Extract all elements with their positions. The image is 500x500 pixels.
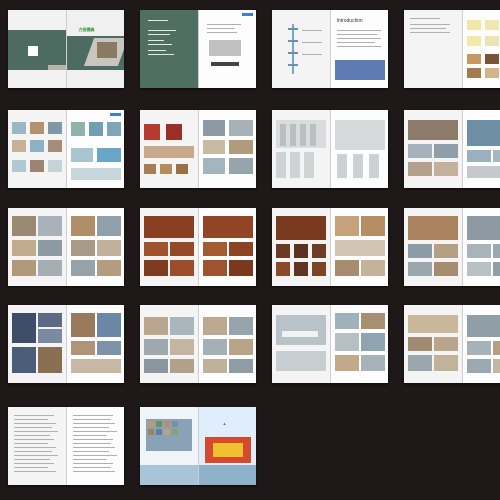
auditorium-chairs-right-page — [198, 110, 256, 188]
catalog-spread-cover[interactable]: 力佳德森 — [8, 10, 124, 88]
introduction-heading: Introduction — [336, 18, 363, 24]
catalog-spread-dormitory[interactable] — [8, 208, 124, 286]
introduction-right-page: Introduction — [330, 10, 388, 88]
catalog-spread-swatches[interactable] — [404, 10, 500, 88]
catalog-spread-school-furniture[interactable] — [8, 110, 124, 188]
contents-right-page — [198, 10, 256, 88]
office-desks-left-page — [140, 208, 199, 286]
apartment-left-page — [8, 305, 67, 383]
index-right-page — [66, 407, 124, 485]
dormitory-left-page — [8, 208, 67, 286]
classroom-left-page — [272, 305, 331, 383]
swatches-left-page — [404, 10, 463, 88]
canteen-left-page — [404, 305, 463, 383]
catalog-spread-contents[interactable] — [140, 10, 256, 88]
dormitory-right-page — [66, 208, 124, 286]
library-left-page — [404, 110, 463, 188]
catalog-spread-office-desks[interactable] — [140, 208, 256, 286]
swatches-right-page — [462, 10, 500, 88]
contents-left-page — [140, 10, 199, 88]
school-furniture-left-page — [8, 110, 67, 188]
compact-shelving-right-page — [330, 110, 388, 188]
cover-right-page: 力佳德森 — [66, 10, 124, 88]
lab-furniture-left-page — [140, 305, 199, 383]
canteen-right-page — [462, 305, 500, 383]
compact-shelving-left-page — [272, 110, 331, 188]
conference-right-page — [330, 208, 388, 286]
lab-furniture-right-page — [198, 305, 256, 383]
catalog-spread-classroom[interactable] — [272, 305, 388, 383]
catalog-spread-library[interactable] — [404, 110, 500, 188]
catalog-spread-lab-furniture[interactable] — [140, 305, 256, 383]
conference-left-page — [272, 208, 331, 286]
cover-left-page — [8, 10, 67, 88]
workstations-right-page — [462, 208, 500, 286]
index-left-page — [8, 407, 67, 485]
catalog-spread-canteen[interactable] — [404, 305, 500, 383]
school-furniture-right-page — [66, 110, 124, 188]
catalog-spread-back-cover[interactable]: ▲ — [140, 407, 256, 485]
catalog-spread-workstations[interactable] — [404, 208, 500, 286]
office-desks-right-page — [198, 208, 256, 286]
classroom-right-page — [330, 305, 388, 383]
catalog-spread-introduction[interactable]: Introduction — [272, 10, 388, 88]
library-right-page — [462, 110, 500, 188]
back-cover-right-page: ▲ — [198, 407, 256, 485]
catalog-spread-conference[interactable] — [272, 208, 388, 286]
workstations-left-page — [404, 208, 463, 286]
apartment-right-page — [66, 305, 124, 383]
brand-logo: 力佳德森 — [78, 27, 95, 32]
catalog-spread-compact-shelving[interactable] — [272, 110, 388, 188]
catalog-spread-index[interactable] — [8, 407, 124, 485]
back-cover-left-page — [140, 407, 199, 485]
introduction-left-page — [272, 10, 331, 88]
catalog-spread-apartment[interactable] — [8, 305, 124, 383]
auditorium-chairs-left-page — [140, 110, 199, 188]
catalog-spread-auditorium-chairs[interactable] — [140, 110, 256, 188]
